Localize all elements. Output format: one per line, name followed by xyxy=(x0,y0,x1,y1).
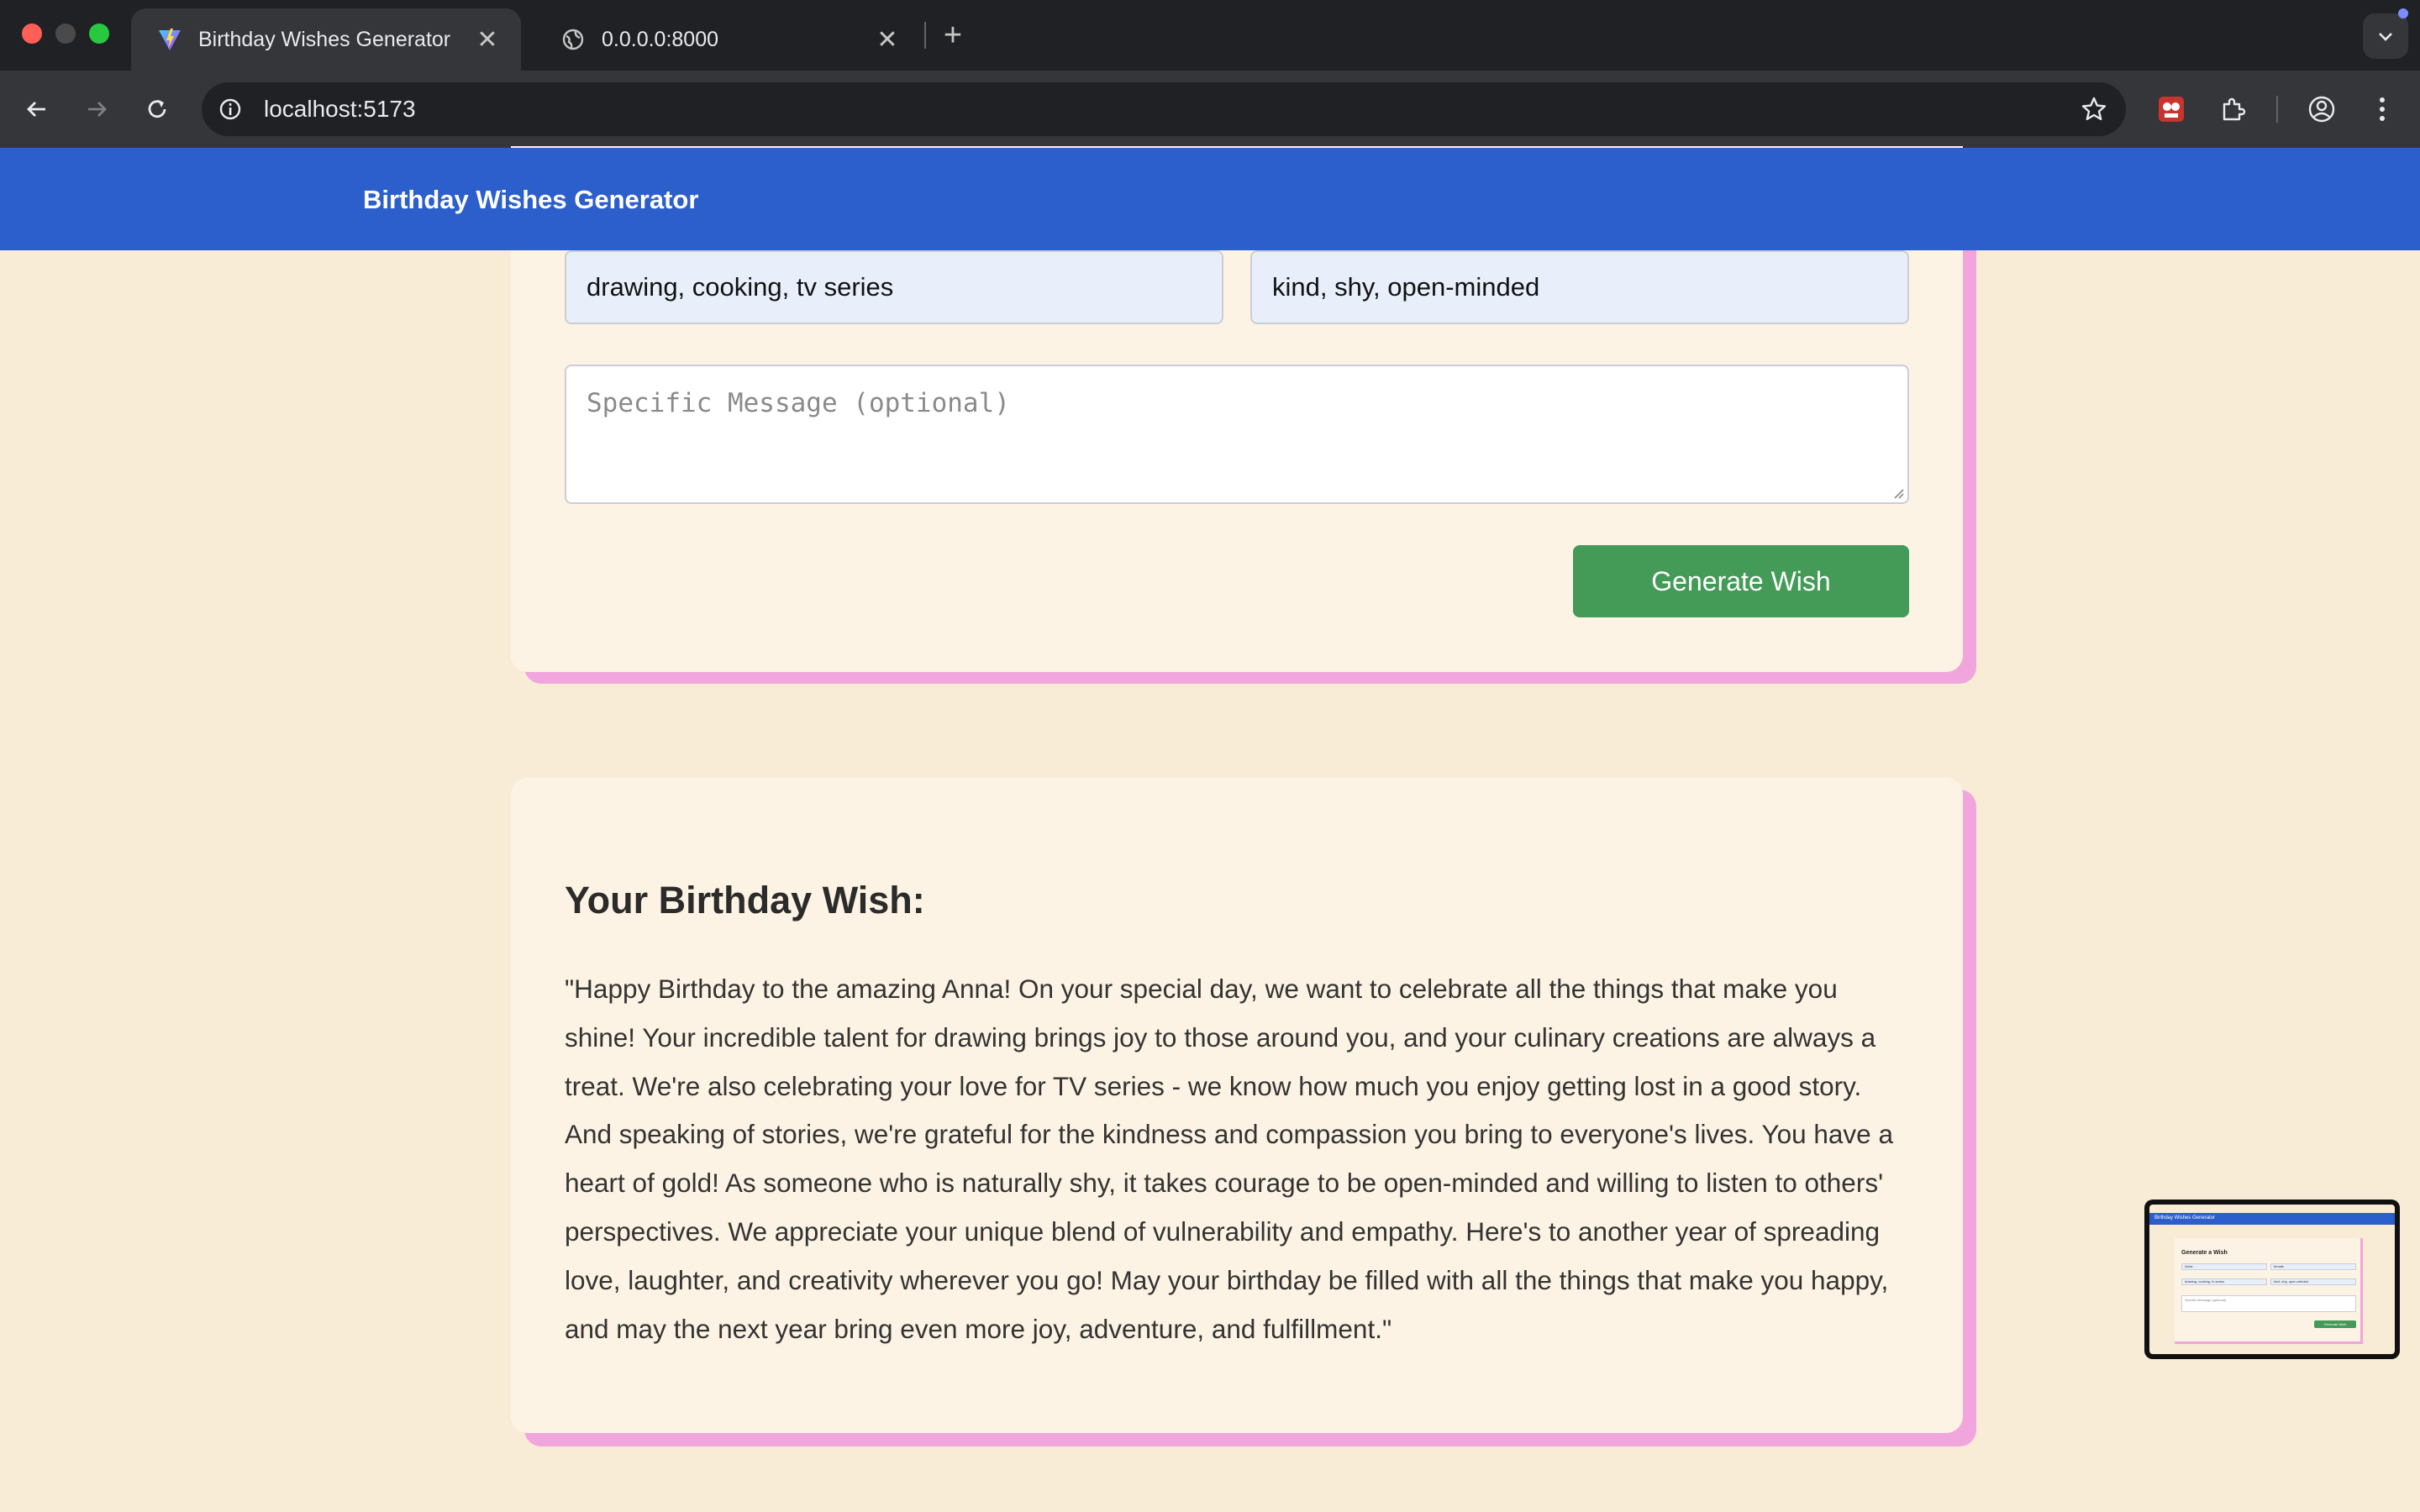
arrow-left-icon xyxy=(27,102,45,117)
maximize-window-button[interactable] xyxy=(89,24,109,44)
site-info-icon[interactable] xyxy=(215,94,245,124)
textarea-placeholder: Specific Message (optional) xyxy=(587,388,1010,418)
tab-close-icon[interactable]: ✕ xyxy=(871,23,904,56)
preview-name-field: Anna xyxy=(2181,1263,2267,1270)
browser-toolbar: localhost:5173 xyxy=(0,71,2420,148)
toolbar-divider xyxy=(2276,96,2278,123)
preview-form-title: Generate a Wish xyxy=(2181,1250,2228,1256)
preview-hobbies-field: drawing, cooking, tv series xyxy=(2181,1278,2267,1285)
page-preview-thumbnail[interactable]: Birthday Wishes Generator Generate a Wis… xyxy=(2144,1200,2400,1359)
tab-localhost-8000[interactable]: 0.0.0.0:8000 ✕ xyxy=(534,8,921,71)
hobbies-input-value: drawing, cooking, tv series xyxy=(587,272,894,302)
tab-title: Birthday Wishes Generator xyxy=(198,27,451,51)
specific-message-textarea[interactable]: Specific Message (optional) xyxy=(565,365,1909,504)
reload-icon xyxy=(148,100,166,118)
tab-search-button[interactable] xyxy=(2363,13,2408,59)
url-text: localhost:5173 xyxy=(264,96,416,122)
profile-icon[interactable] xyxy=(2302,89,2342,129)
traits-input-value: kind, shy, open-minded xyxy=(1272,272,1540,302)
back-button[interactable] xyxy=(17,89,57,129)
forward-button[interactable] xyxy=(76,89,117,129)
tab-divider xyxy=(924,22,926,49)
arrow-right-icon xyxy=(88,102,107,117)
close-window-button[interactable] xyxy=(22,24,42,44)
traits-input[interactable]: kind, shy, open-minded xyxy=(1250,250,1909,324)
minimize-window-button[interactable] xyxy=(55,24,76,44)
bookmark-star-icon[interactable] xyxy=(2079,94,2109,124)
preview-header: Birthday Wishes Generator xyxy=(2149,1213,2395,1225)
preview-form-card: Generate a Wish Anna female drawing, coo… xyxy=(2175,1238,2363,1344)
new-tab-button[interactable]: + xyxy=(934,17,971,54)
reload-button[interactable] xyxy=(137,89,177,129)
vite-favicon-icon xyxy=(156,26,183,53)
tab-title: 0.0.0.0:8000 xyxy=(602,27,719,51)
generate-wish-button[interactable]: Generate Wish xyxy=(1573,545,1909,617)
hobbies-input[interactable]: drawing, cooking, tv series xyxy=(565,250,1223,324)
preview-content: Birthday Wishes Generator Generate a Wis… xyxy=(2149,1205,2395,1354)
globe-icon xyxy=(560,26,587,53)
app-header: Birthday Wishes Generator xyxy=(0,148,2420,250)
preview-header-title: Birthday Wishes Generator xyxy=(2154,1215,2216,1221)
birthday-wish-text: "Happy Birthday to the amazing Anna! On … xyxy=(565,974,1893,1344)
result-heading: Your Birthday Wish: xyxy=(565,879,925,921)
tab-birthday-wishes[interactable]: Birthday Wishes Generator ✕ xyxy=(131,8,521,71)
browser-tab-strip: Birthday Wishes Generator ✕ 0.0.0.0:8000… xyxy=(0,0,2420,71)
more-menu-icon[interactable] xyxy=(2362,89,2402,129)
app-title: Birthday Wishes Generator xyxy=(363,185,699,214)
extensions-puzzle-icon[interactable] xyxy=(2212,89,2253,129)
preview-gender-field: female xyxy=(2270,1263,2356,1270)
preview-message-field: Specific Message (optional) xyxy=(2181,1295,2356,1312)
address-bar[interactable]: localhost:5173 xyxy=(202,82,2126,136)
resize-handle-icon[interactable] xyxy=(1891,486,1904,499)
chevron-down-icon xyxy=(2379,33,2392,41)
extension-badge-icon[interactable] xyxy=(2151,89,2191,129)
preview-generate-button: Generate Wish xyxy=(2314,1320,2356,1328)
preview-traits-field: kind, shy, open-minded xyxy=(2270,1278,2356,1285)
notification-dot xyxy=(2398,8,2408,18)
tab-close-icon[interactable]: ✕ xyxy=(471,23,504,56)
